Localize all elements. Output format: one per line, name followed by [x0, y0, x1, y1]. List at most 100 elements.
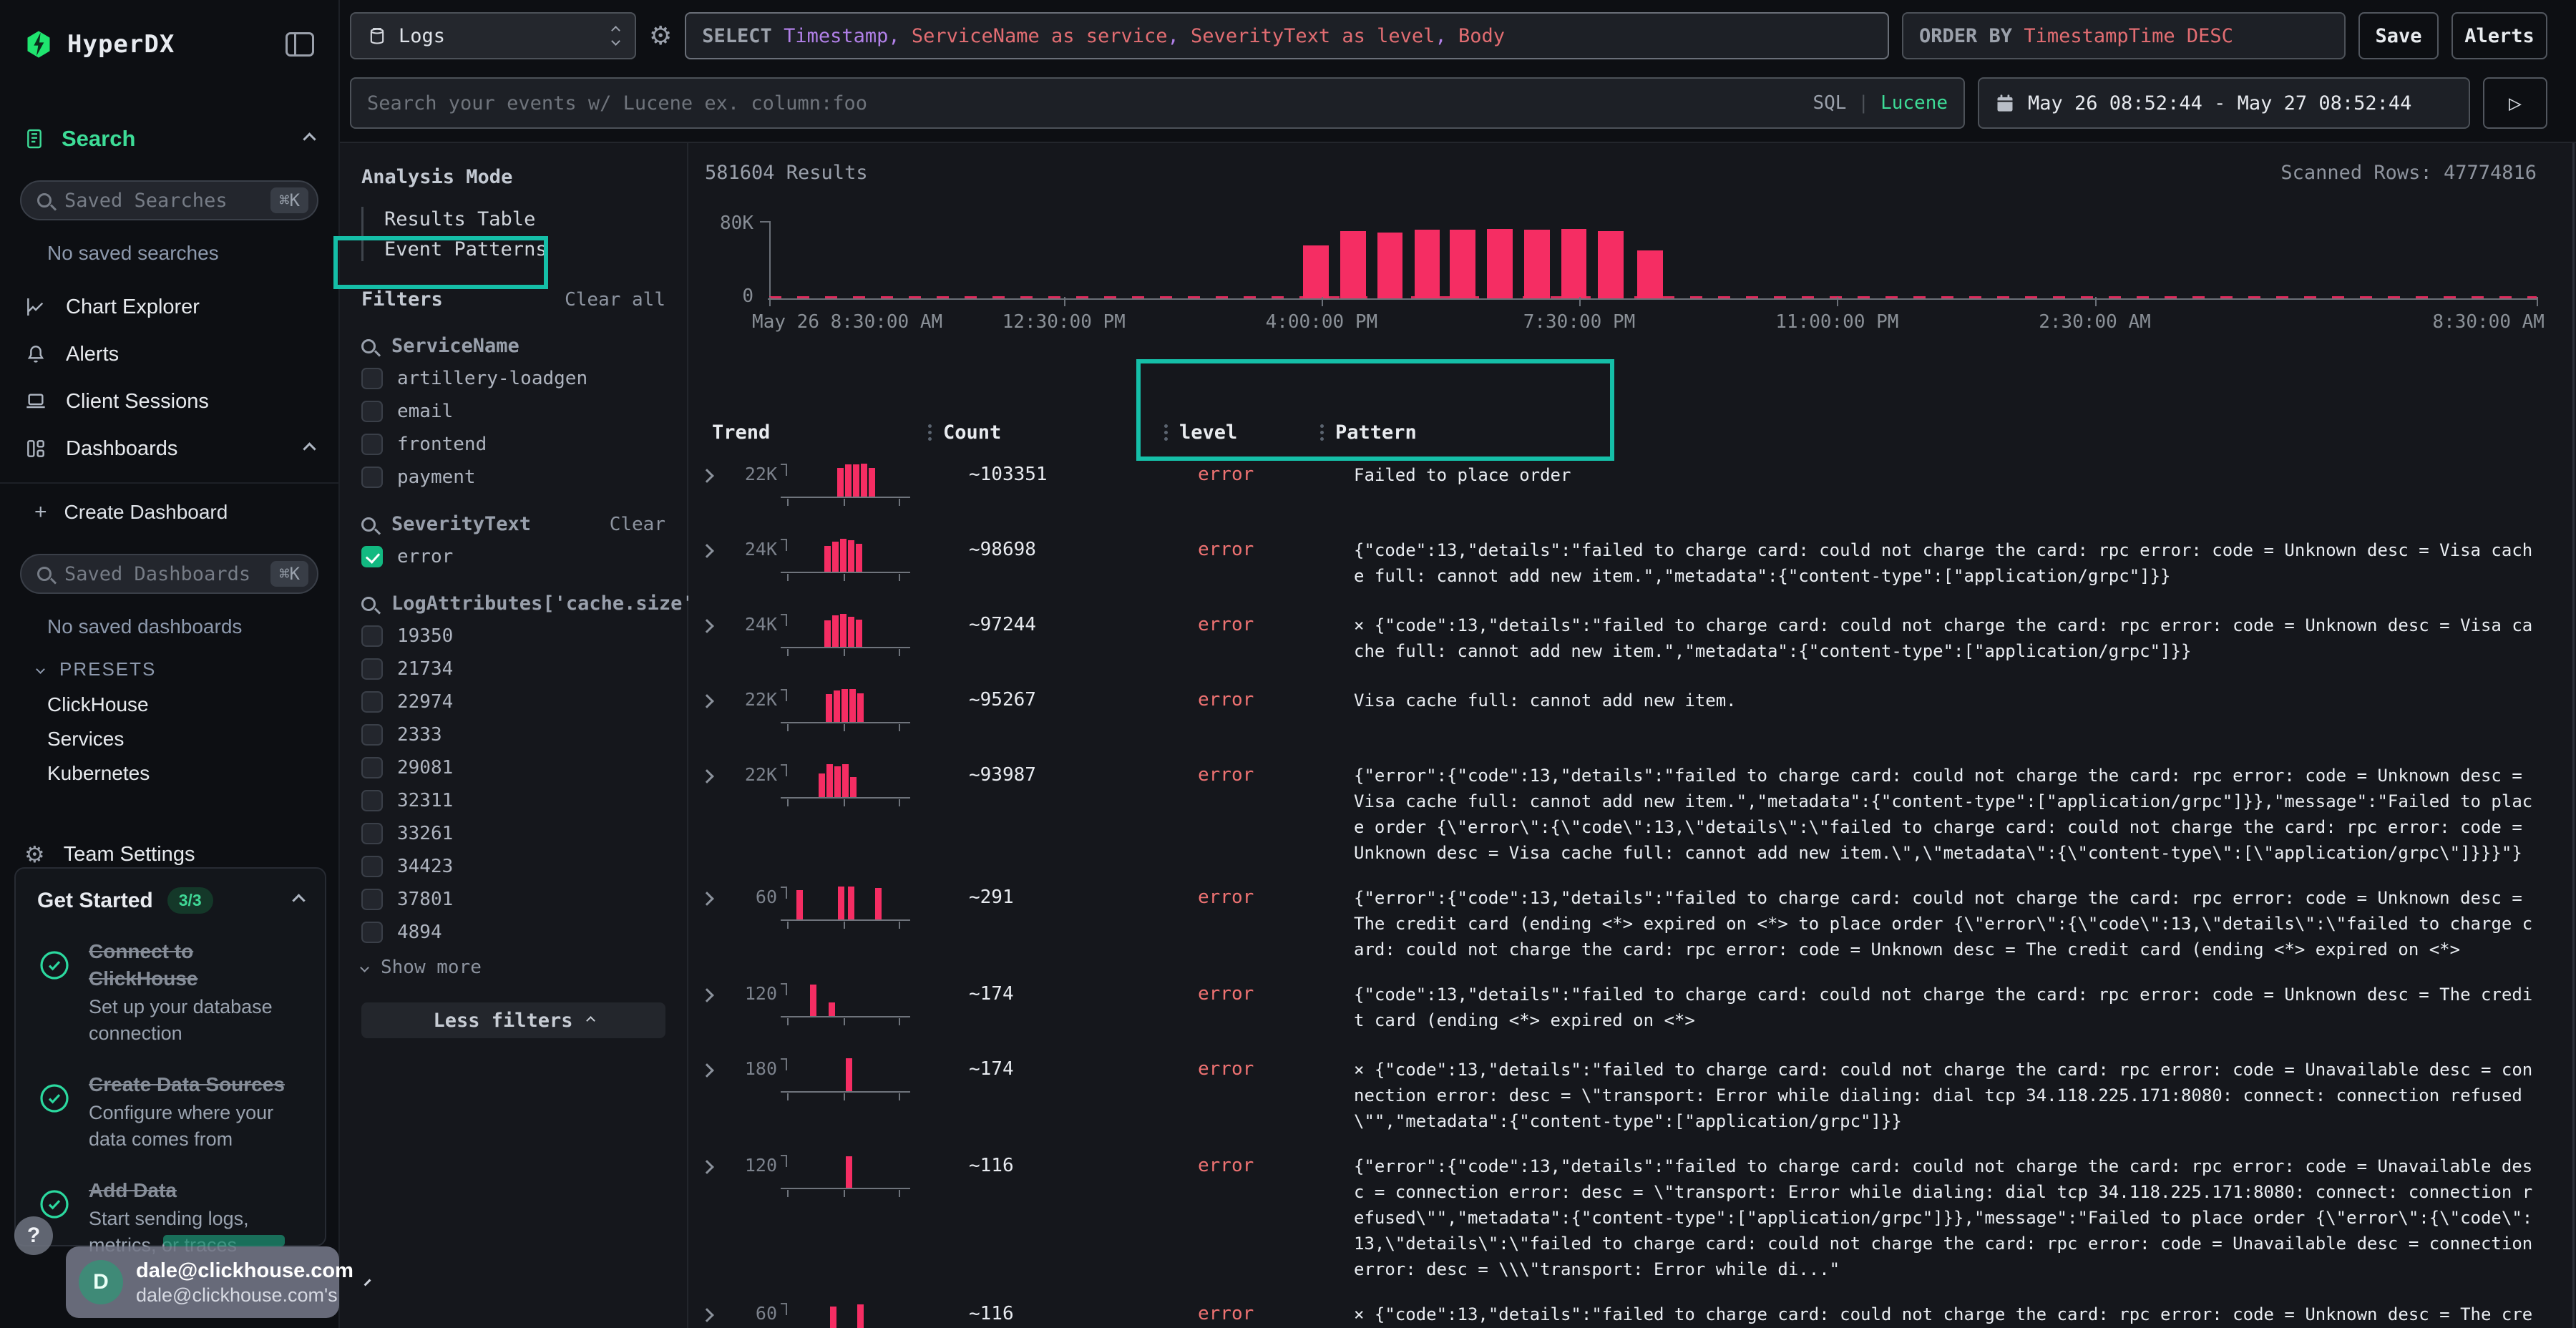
checkbox[interactable] — [361, 434, 383, 455]
histogram-bar[interactable] — [1415, 230, 1440, 298]
filter-option[interactable]: frontend — [361, 433, 665, 456]
mode-results-table[interactable]: Results Table — [364, 204, 687, 234]
preset-services[interactable]: Services — [47, 722, 338, 756]
histogram-bar[interactable] — [1377, 233, 1403, 298]
date-range-picker[interactable]: May 26 08:52:44 - May 27 08:52:44 — [1978, 77, 2470, 129]
filter-option[interactable]: 22974 — [361, 690, 665, 713]
lucene-search-input[interactable]: Search your events w/ Lucene ex. column:… — [350, 77, 1965, 129]
save-button[interactable]: Save — [2358, 12, 2439, 59]
row-expand-chevron-icon[interactable] — [700, 544, 714, 558]
order-by-input[interactable]: ORDER BY TimestampTime DESC — [1902, 12, 2346, 59]
filter-option[interactable]: email — [361, 400, 665, 423]
filter-option[interactable]: payment — [361, 466, 665, 489]
presets-toggle[interactable]: PRESETS — [37, 658, 338, 680]
checkbox[interactable] — [361, 691, 383, 713]
filter-option[interactable]: 37801 — [361, 888, 665, 911]
checkbox[interactable] — [361, 467, 383, 488]
alerts-button[interactable]: Alerts — [2451, 12, 2547, 59]
help-button[interactable]: ? — [14, 1216, 53, 1255]
get-started-header[interactable]: Get Started 3/3 — [37, 887, 303, 914]
table-row[interactable]: 60~291error{"error":{"code":13,"details"… — [699, 885, 2565, 962]
sidebar-collapse-icon[interactable] — [286, 32, 314, 57]
saved-searches-input[interactable]: Saved Searches ⌘K — [20, 180, 318, 220]
histogram-bar[interactable] — [1450, 230, 1475, 298]
live-tail-play-button[interactable]: ▷ — [2483, 77, 2547, 129]
saved-dashboards-input[interactable]: Saved Dashboards ⌘K — [20, 554, 318, 594]
show-more-button[interactable]: Show more — [361, 957, 665, 978]
table-row[interactable]: 22K~93987error{"error":{"code":13,"detai… — [699, 763, 2565, 866]
query-language-toggle[interactable]: SQL | Lucene — [1813, 92, 1948, 114]
pattern-cell[interactable]: Failed to place order — [1305, 462, 2565, 488]
histogram-bar[interactable] — [1561, 229, 1587, 298]
less-filters-button[interactable]: Less filters — [361, 1002, 665, 1038]
source-select[interactable]: Logs — [350, 12, 636, 59]
histogram-bar[interactable] — [1524, 230, 1550, 298]
mode-event-patterns[interactable]: Event Patterns — [364, 234, 687, 264]
lang-sql[interactable]: SQL — [1813, 92, 1846, 114]
drag-handle-icon[interactable] — [928, 431, 932, 434]
checkbox[interactable] — [361, 889, 383, 910]
sidebar-item-dashboards[interactable]: Dashboards — [0, 425, 338, 472]
checkbox[interactable] — [361, 625, 383, 647]
checkbox[interactable] — [361, 724, 383, 746]
pattern-cell[interactable]: × {"code":13,"details":"failed to charge… — [1305, 612, 2565, 664]
checkbox[interactable] — [361, 401, 383, 422]
row-expand-chevron-icon[interactable] — [700, 469, 714, 483]
row-expand-chevron-icon[interactable] — [700, 769, 714, 783]
sql-select-input[interactable]: SELECT Timestamp, ServiceName as service… — [685, 12, 1889, 59]
pattern-cell[interactable]: {"code":13,"details":"failed to charge c… — [1305, 537, 2565, 589]
sidebar-item-client-sessions[interactable]: Client Sessions — [0, 378, 338, 425]
checkbox-checked[interactable] — [361, 546, 383, 567]
table-row[interactable]: 120~116error{"error":{"code":13,"details… — [699, 1153, 2565, 1282]
col-count[interactable]: Count — [943, 421, 1001, 444]
row-expand-chevron-icon[interactable] — [700, 619, 714, 633]
col-pattern[interactable]: Pattern — [1335, 421, 1417, 444]
checkbox[interactable] — [361, 856, 383, 877]
filter-option[interactable]: 2333 — [361, 723, 665, 746]
table-row[interactable]: 120~174error{"code":13,"details":"failed… — [699, 982, 2565, 1038]
chevron-up-icon[interactable] — [303, 132, 316, 145]
clear-all-button[interactable]: Clear all — [565, 289, 665, 311]
checkbox[interactable] — [361, 922, 383, 943]
filter-clear-button[interactable]: Clear — [610, 514, 665, 535]
pattern-cell[interactable]: × {"code":13,"details":"failed to charge… — [1305, 1057, 2565, 1134]
filter-option[interactable]: artillery-loadgen — [361, 367, 665, 390]
histogram-bar[interactable] — [1598, 231, 1624, 299]
filter-option[interactable]: 29081 — [361, 756, 665, 779]
row-expand-chevron-icon[interactable] — [700, 1160, 714, 1174]
row-expand-chevron-icon[interactable] — [700, 988, 714, 1002]
filter-option[interactable]: 19350 — [361, 625, 665, 648]
pattern-cell[interactable]: {"error":{"code":13,"details":"failed to… — [1305, 763, 2565, 866]
filter-option[interactable]: 4894 — [361, 921, 665, 944]
sidebar-item-alerts[interactable]: Alerts — [0, 331, 338, 378]
table-row[interactable]: 180~174error× {"code":13,"details":"fail… — [699, 1057, 2565, 1134]
pattern-cell[interactable]: × {"code":13,"details":"failed to charge… — [1305, 1302, 2565, 1328]
chevron-up-icon[interactable] — [292, 894, 305, 907]
filter-option[interactable]: 33261 — [361, 822, 665, 845]
col-level[interactable]: level — [1179, 421, 1237, 444]
drag-handle-icon[interactable] — [1320, 431, 1324, 434]
histogram-bar[interactable] — [1303, 245, 1329, 298]
checkbox[interactable] — [361, 790, 383, 811]
filter-option[interactable]: error — [361, 545, 665, 568]
preset-clickhouse[interactable]: ClickHouse — [47, 688, 338, 722]
table-row[interactable]: 22K~103351errorFailed to place order — [699, 462, 2565, 518]
filter-option[interactable]: 32311 — [361, 789, 665, 812]
checkbox[interactable] — [361, 368, 383, 389]
preset-kubernetes[interactable]: Kubernetes — [47, 756, 338, 791]
filter-option[interactable]: 21734 — [361, 658, 665, 680]
histogram-plot[interactable]: May 26 8:30:00 AM12:30:00 PM4:00:00 PM7:… — [769, 221, 2537, 298]
histogram-bar[interactable] — [1340, 231, 1366, 299]
row-expand-chevron-icon[interactable] — [700, 1063, 714, 1078]
drag-handle-icon[interactable] — [1164, 431, 1168, 434]
filter-option[interactable]: 34423 — [361, 855, 665, 878]
lang-lucene[interactable]: Lucene — [1880, 92, 1948, 114]
col-trend[interactable]: Trend — [712, 421, 770, 444]
pattern-cell[interactable]: {"error":{"code":13,"details":"failed to… — [1305, 1153, 2565, 1282]
table-row[interactable]: 60~116error× {"code":13,"details":"faile… — [699, 1302, 2565, 1328]
pattern-cell[interactable]: {"error":{"code":13,"details":"failed to… — [1305, 885, 2565, 962]
table-row[interactable]: 22K~95267errorVisa cache full: cannot ad… — [699, 688, 2565, 743]
user-menu[interactable]: D dale@clickhouse.com dale@clickhouse.co… — [66, 1246, 339, 1318]
scrollbar[interactable] — [2572, 143, 2575, 1328]
sidebar-item-chart-explorer[interactable]: Chart Explorer — [0, 283, 338, 331]
